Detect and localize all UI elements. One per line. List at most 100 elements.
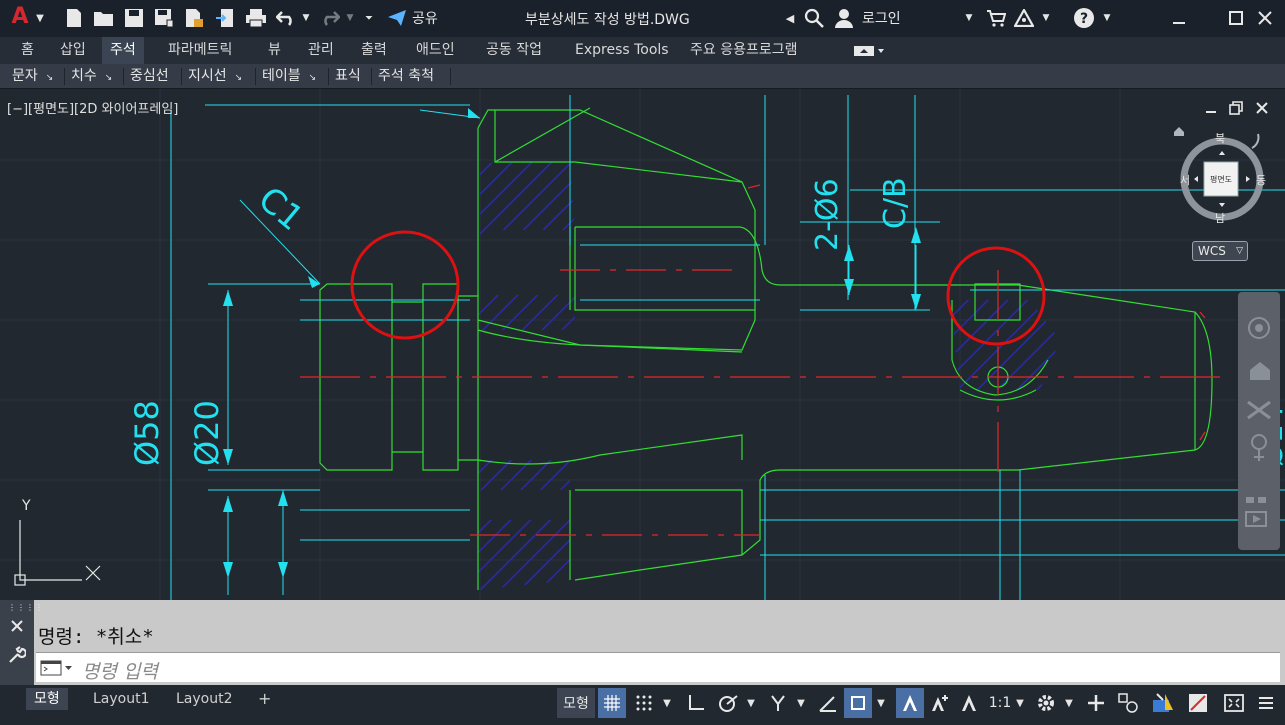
search-icon[interactable] — [803, 7, 825, 29]
app-menu-arrow-icon[interactable]: ▼ — [34, 7, 46, 29]
grid-display-icon[interactable] — [598, 688, 626, 718]
undo-icon[interactable] — [274, 7, 298, 29]
panel-dimensions[interactable]: 치수 ↘ — [71, 67, 112, 86]
viewport-minimize-icon[interactable] — [1204, 100, 1218, 114]
tab-annotate[interactable]: 주석 — [102, 37, 144, 64]
a360-dropdown-icon[interactable]: ▼ — [1040, 7, 1052, 29]
compass-east[interactable]: 동 — [1256, 172, 1266, 188]
units-icon[interactable] — [1114, 688, 1142, 718]
clean-screen-icon[interactable] — [1220, 688, 1248, 718]
viewcube[interactable]: 평면도 북 남 동 서 — [1168, 122, 1278, 232]
maximize-window-icon[interactable] — [1221, 7, 1251, 29]
object-snap-dropdown-icon[interactable]: ▼ — [874, 688, 888, 718]
print-icon[interactable] — [243, 7, 269, 29]
scale-dropdown-icon[interactable]: ▼ — [1014, 688, 1026, 718]
navigation-bar[interactable] — [1238, 292, 1280, 550]
tab-manage[interactable]: 관리 — [306, 37, 336, 64]
annotation-visibility-icon[interactable] — [896, 688, 924, 718]
tab-insert[interactable]: 삽입 — [58, 37, 88, 64]
viewport-controls-label[interactable]: [−][평면도][2D 와이어프레임] — [7, 98, 178, 117]
tab-express-tools[interactable]: Express Tools — [573, 37, 671, 64]
panel-text[interactable]: 문자 ↘ — [12, 67, 53, 86]
command-input-field[interactable]: 명령 입력 — [36, 652, 1280, 683]
tab-parametric[interactable]: 파라메트릭 — [166, 37, 234, 64]
help-dropdown-icon[interactable]: ▼ — [1101, 7, 1113, 29]
auto-scale-icon[interactable] — [927, 688, 953, 718]
annotation-monitor-icon[interactable] — [1082, 688, 1110, 718]
isolate-objects-icon[interactable] — [1184, 688, 1212, 718]
tab-featured-apps[interactable]: 주요 응용프로그램 — [688, 37, 800, 64]
minimize-window-icon[interactable] — [1164, 7, 1194, 29]
login-dropdown-icon[interactable]: ▼ — [963, 7, 975, 29]
panel-centerlines[interactable]: 중심선 — [130, 67, 169, 86]
annotation-scale-icon[interactable] — [956, 688, 982, 718]
command-line-grip-icon[interactable]: ⋮⋮⋮⋮ — [8, 603, 44, 612]
isodraft-dropdown-icon[interactable]: ▼ — [794, 688, 808, 718]
panel-expand-icon: ↘ — [104, 73, 113, 83]
polar-tracking-icon[interactable] — [714, 688, 742, 718]
close-window-icon[interactable] — [1250, 7, 1280, 29]
tab-collaborate[interactable]: 공동 작업 — [484, 37, 544, 64]
object-snap-tracking-icon[interactable] — [814, 688, 842, 718]
viewcube-face-top[interactable]: 평면도 — [1204, 174, 1238, 185]
viewport-restore-icon[interactable] — [1229, 100, 1243, 115]
save-as-icon[interactable] — [152, 7, 176, 29]
share-icon[interactable] — [385, 7, 409, 29]
panel-markup[interactable]: 표식 — [335, 67, 361, 86]
polar-dropdown-icon[interactable]: ▼ — [744, 688, 758, 718]
workspace-gear-icon[interactable] — [1032, 688, 1060, 718]
compass-west[interactable]: 서 — [1180, 172, 1190, 188]
object-snap-icon[interactable] — [844, 688, 872, 718]
share-label[interactable]: 공유 — [412, 7, 438, 29]
tab-output[interactable]: 출력 — [359, 37, 389, 64]
help-icon[interactable]: ? — [1072, 7, 1096, 29]
command-line-settings-icon[interactable] — [8, 646, 27, 668]
user-icon[interactable] — [833, 7, 855, 29]
part-geometry — [319, 107, 1213, 590]
panel-tables[interactable]: 테이블 ↘ — [262, 67, 316, 86]
redo-icon[interactable] — [318, 7, 342, 29]
isodraft-icon[interactable] — [764, 688, 792, 718]
add-layout-icon[interactable]: + — [250, 688, 279, 710]
compass-north[interactable]: 북 — [1215, 130, 1225, 146]
app-logo-icon[interactable]: A — [8, 4, 32, 29]
wcs-menu[interactable]: WCS ▽ — [1192, 241, 1248, 261]
compass-south[interactable]: 남 — [1215, 210, 1225, 226]
snap-mode-icon[interactable] — [630, 688, 658, 718]
search-prev-icon[interactable]: ◀ — [784, 7, 796, 29]
layout-tab-layout1[interactable]: Layout1 — [85, 688, 158, 710]
panel-annotation-scaling[interactable]: 주석 축척 — [378, 67, 434, 86]
viewport-close-icon[interactable] — [1255, 100, 1269, 114]
customize-toolbar-icon[interactable]: ⏷ — [362, 7, 376, 29]
open-web-icon[interactable] — [182, 7, 206, 29]
redo-dropdown-icon[interactable]: ▼ — [344, 7, 356, 29]
command-prompt-icon[interactable] — [40, 660, 74, 680]
tab-home[interactable]: 홈 — [19, 37, 36, 64]
layout-tab-layout2[interactable]: Layout2 — [168, 688, 241, 710]
model-space-button[interactable]: 모형 — [557, 688, 595, 718]
panel-separator — [64, 68, 65, 85]
command-line-close-icon[interactable] — [10, 618, 24, 637]
tab-view[interactable]: 뷰 — [266, 37, 283, 64]
ribbon-minimize-toggle[interactable] — [850, 41, 888, 60]
command-history: 명령: *취소* — [38, 626, 154, 648]
layout-tab-model[interactable]: 모형 — [26, 688, 68, 710]
workspace-dropdown-icon[interactable]: ▼ — [1062, 688, 1076, 718]
autodesk-a360-icon[interactable] — [1013, 7, 1035, 29]
panel-separator — [181, 68, 182, 85]
login-label[interactable]: 로그인 — [862, 7, 901, 29]
panel-leaders[interactable]: 지시선 ↘ — [188, 67, 242, 86]
annotation-scale-value[interactable]: 1:1 — [986, 688, 1014, 718]
save-icon[interactable] — [122, 7, 146, 29]
cart-icon[interactable] — [985, 7, 1007, 29]
hardware-acceleration-icon[interactable] — [1148, 688, 1178, 718]
customize-status-icon[interactable] — [1252, 688, 1280, 718]
open-folder-icon[interactable] — [92, 7, 116, 29]
new-file-icon[interactable] — [62, 7, 86, 29]
export-icon[interactable] — [213, 7, 237, 29]
drawing-canvas[interactable]: Ø58 Ø20 C1 2-Ø6 C/B Ø14 Y — [0, 89, 1285, 600]
undo-dropdown-icon[interactable]: ▼ — [300, 7, 312, 29]
tab-addins[interactable]: 애드인 — [414, 37, 457, 64]
ortho-mode-icon[interactable] — [682, 688, 710, 718]
snap-dropdown-icon[interactable]: ▼ — [660, 688, 674, 718]
